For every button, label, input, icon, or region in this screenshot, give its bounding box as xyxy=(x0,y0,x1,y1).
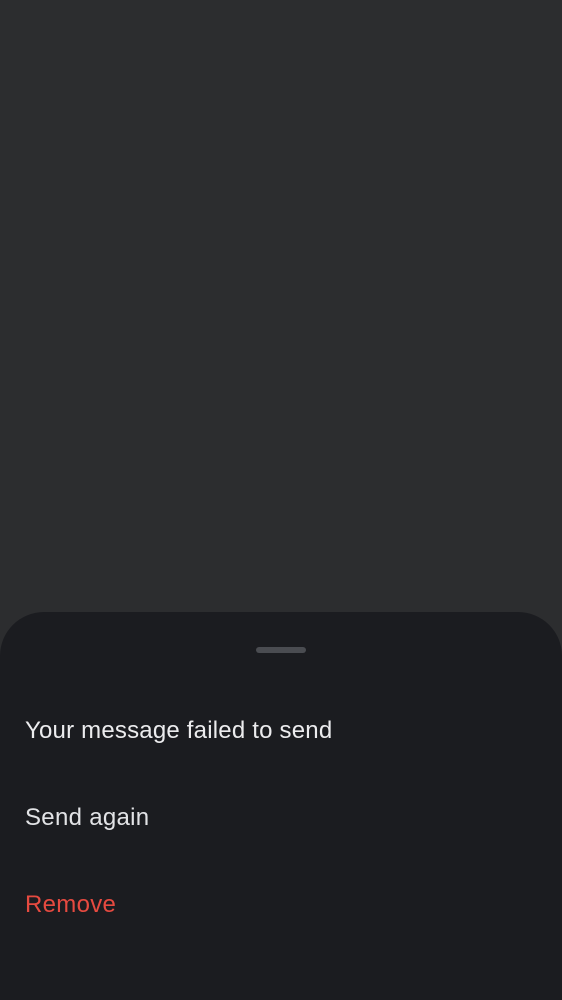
bottom-sheet: Your message failed to send Send again R… xyxy=(0,612,562,1000)
remove-button[interactable]: Remove xyxy=(0,869,562,941)
send-again-button[interactable]: Send again xyxy=(0,782,562,854)
screen: Your message failed to send Send again R… xyxy=(0,0,562,1000)
send-again-label: Send again xyxy=(25,804,150,831)
drag-handle[interactable] xyxy=(256,647,306,653)
sheet-title: Your message failed to send xyxy=(25,717,333,744)
remove-label: Remove xyxy=(25,891,117,918)
